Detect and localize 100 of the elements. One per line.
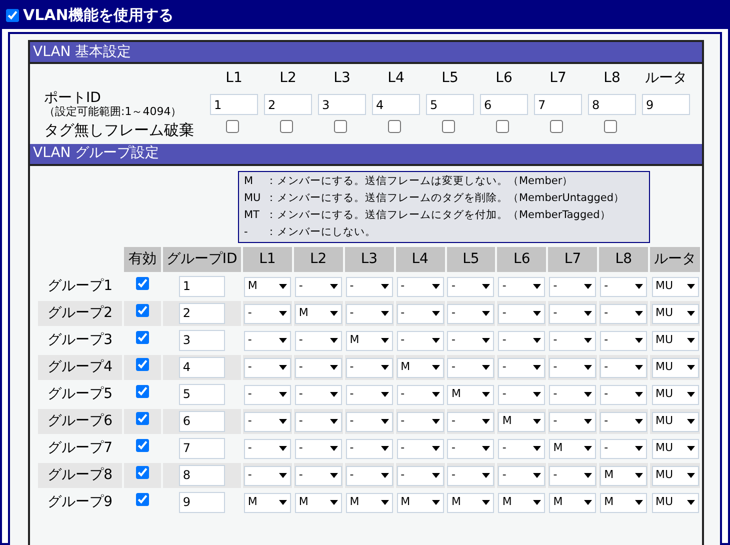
dropdown[interactable]: -	[244, 304, 291, 324]
input-field[interactable]: 5	[426, 94, 474, 116]
dropdown[interactable]: -	[396, 412, 444, 432]
dropdown[interactable]: -	[244, 330, 291, 351]
dropdown[interactable]: -	[346, 276, 393, 297]
dropdown[interactable]: M	[396, 492, 444, 513]
input-field[interactable]: 3	[318, 94, 366, 116]
dropdown[interactable]: -	[244, 358, 291, 378]
dropdown[interactable]: -	[498, 330, 546, 351]
dropdown[interactable]: -	[549, 304, 596, 324]
dropdown[interactable]: -	[244, 466, 291, 486]
dropdown[interactable]: M	[346, 492, 393, 513]
input-field[interactable]: 5	[178, 384, 225, 405]
dropdown[interactable]: M	[600, 466, 648, 486]
dropdown[interactable]: -	[600, 358, 648, 378]
dropdown[interactable]: -	[396, 438, 444, 459]
dropdown[interactable]: -	[600, 304, 648, 324]
input-field[interactable]: 1	[210, 94, 258, 116]
dropdown[interactable]: M	[549, 438, 596, 459]
input-field[interactable]: 6	[480, 94, 528, 116]
input-field[interactable]: 3	[178, 330, 225, 351]
dropdown[interactable]: -	[346, 412, 393, 432]
dropdown[interactable]: -	[600, 330, 648, 351]
dropdown[interactable]: -	[447, 304, 494, 324]
dropdown[interactable]: -	[498, 384, 546, 405]
dropdown[interactable]: -	[549, 466, 596, 486]
dropdown[interactable]: MU	[652, 358, 699, 378]
dropdown[interactable]: -	[244, 412, 291, 432]
dropdown[interactable]: M	[346, 330, 393, 351]
dropdown[interactable]: -	[396, 384, 444, 405]
input-field[interactable]: 9	[642, 94, 690, 116]
dropdown[interactable]: -	[498, 358, 546, 378]
dropdown[interactable]: -	[346, 466, 393, 486]
dropdown[interactable]: M	[244, 492, 291, 513]
input-field[interactable]: 8	[588, 94, 636, 116]
dropdown[interactable]: -	[244, 438, 291, 459]
dropdown[interactable]: -	[549, 358, 596, 378]
dropdown[interactable]: -	[346, 304, 393, 324]
dropdown[interactable]: M	[447, 492, 494, 513]
dropdown[interactable]: M	[294, 304, 342, 324]
dropdown[interactable]: -	[346, 384, 393, 405]
dropdown[interactable]: -	[294, 330, 342, 351]
input-field[interactable]: 1	[178, 276, 225, 297]
dropdown[interactable]: MU	[652, 276, 699, 297]
dropdown[interactable]: MU	[652, 412, 699, 432]
dropdown[interactable]: -	[396, 304, 444, 324]
dropdown[interactable]: -	[447, 466, 494, 486]
dropdown[interactable]: -	[498, 466, 546, 486]
dropdown[interactable]: -	[498, 276, 546, 297]
dropdown[interactable]: -	[549, 330, 596, 351]
dropdown[interactable]: -	[294, 384, 342, 405]
dropdown[interactable]: -	[447, 438, 494, 459]
dropdown[interactable]: -	[447, 330, 494, 351]
dropdown[interactable]: -	[549, 384, 596, 405]
dropdown[interactable]: -	[498, 438, 546, 459]
input-field[interactable]: 4	[178, 356, 225, 378]
dropdown[interactable]: -	[498, 304, 546, 324]
input-field[interactable]: 8	[178, 464, 225, 486]
dropdown[interactable]: M	[244, 276, 291, 297]
input-field[interactable]: 2	[178, 302, 225, 324]
dropdown[interactable]: -	[396, 466, 444, 486]
dropdown[interactable]: -	[294, 466, 342, 486]
dropdown[interactable]: -	[447, 276, 494, 297]
dropdown[interactable]: MU	[652, 492, 699, 513]
dropdown[interactable]: M	[498, 492, 546, 513]
input-field[interactable]: 2	[264, 94, 312, 116]
dropdown[interactable]: -	[549, 276, 596, 297]
dropdown[interactable]: M	[294, 492, 342, 513]
dropdown[interactable]: M	[549, 492, 596, 513]
dropdown[interactable]: MU	[652, 304, 699, 324]
dropdown[interactable]: -	[396, 276, 444, 297]
dropdown[interactable]: M	[396, 358, 444, 378]
input-field[interactable]: 4	[372, 94, 420, 116]
dropdown[interactable]: -	[294, 412, 342, 432]
dropdown[interactable]: -	[549, 412, 596, 432]
input-field[interactable]: 7	[178, 438, 225, 459]
input-field[interactable]: 9	[178, 492, 225, 513]
dropdown[interactable]: -	[600, 412, 648, 432]
input-field[interactable]: 7	[534, 94, 582, 116]
dropdown[interactable]: -	[447, 358, 494, 378]
dropdown[interactable]: -	[244, 384, 291, 405]
input-field[interactable]: 6	[178, 410, 225, 432]
dropdown[interactable]: -	[600, 276, 648, 297]
dropdown[interactable]: MU	[652, 438, 699, 459]
dropdown[interactable]: -	[346, 438, 393, 459]
dropdown[interactable]: -	[396, 330, 444, 351]
dropdown[interactable]: MU	[652, 466, 699, 486]
dropdown[interactable]: -	[294, 358, 342, 378]
dropdown[interactable]: -	[600, 384, 648, 405]
dropdown[interactable]: -	[600, 438, 648, 459]
field-label: ポートID	[44, 90, 101, 106]
dropdown[interactable]: M	[600, 492, 648, 513]
dropdown[interactable]: -	[294, 438, 342, 459]
dropdown[interactable]: M	[447, 384, 494, 405]
dropdown[interactable]: -	[294, 276, 342, 297]
dropdown[interactable]: -	[346, 358, 393, 378]
dropdown[interactable]: M	[498, 412, 546, 432]
dropdown[interactable]: MU	[652, 330, 699, 351]
dropdown[interactable]: -	[447, 412, 494, 432]
dropdown[interactable]: MU	[652, 384, 699, 405]
